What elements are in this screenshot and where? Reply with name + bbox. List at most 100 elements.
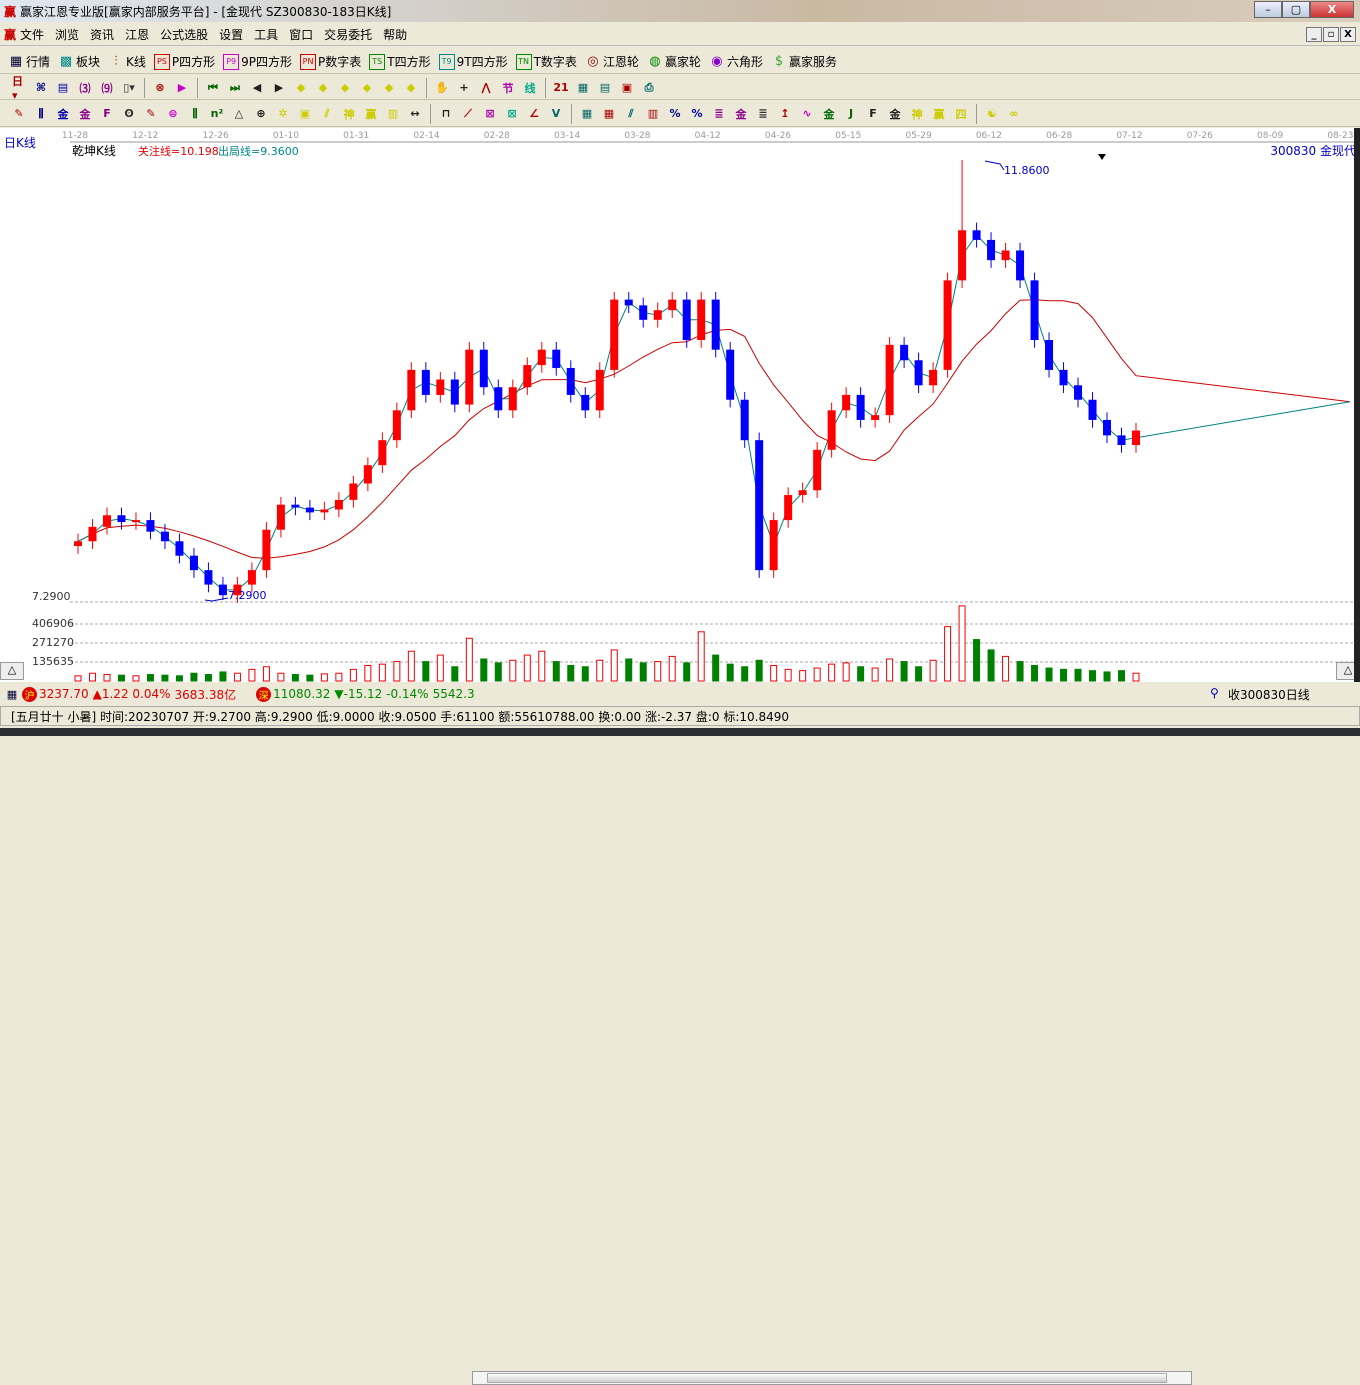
grid-table-icon[interactable]: ▦ [4,686,20,702]
menu-item[interactable]: 文件 [20,26,44,43]
zoom-out-icon[interactable]: ◆ [403,80,419,96]
scrollbar-thumb[interactable] [487,1373,1167,1383]
shen-icon[interactable]: 神 [341,106,357,122]
toolbar-button[interactable]: PS P四方形 [153,53,215,70]
gold4-icon[interactable]: 金 [887,106,903,122]
si-icon[interactable]: 四 [953,106,969,122]
n2-icon[interactable]: n² [209,106,225,122]
f-icon[interactable]: F [865,106,881,122]
angle-icon[interactable]: ∠ [526,106,542,122]
toolbar-button[interactable]: ◉ 六角形 [709,53,763,70]
maximize-button[interactable]: ▢ [1282,1,1310,18]
range-icon[interactable]: ↔ [407,106,423,122]
mdi-close-button[interactable]: X [1340,27,1356,42]
calculator-icon[interactable]: ▦ [575,80,591,96]
parallel-icon[interactable]: ⫼ [187,106,203,122]
fan-icon[interactable]: ⫽ [319,106,335,122]
print-icon[interactable]: ⎙ [641,80,657,96]
wave2-icon[interactable]: ∿ [799,106,815,122]
circle-grid-icon[interactable]: ⊜ [165,106,181,122]
gold-icon[interactable]: 金 [733,106,749,122]
first-icon[interactable]: ⏮ [205,80,221,96]
toolbar-button[interactable]: TN T数字表 [515,53,577,70]
bars-icon[interactable]: ▥ [645,106,661,122]
yinyang-icon[interactable]: ☯ [984,106,1000,122]
pct-icon[interactable]: % [667,106,683,122]
candle-type-icon[interactable]: ▯▾ [121,80,137,96]
v-icon[interactable]: V [548,106,564,122]
node-icon[interactable]: 节 [500,80,516,96]
toolbar-button[interactable]: ▩ 板块 [58,53,100,70]
menu-item[interactable]: 帮助 [383,26,407,43]
right-icon[interactable]: ◆ [315,80,331,96]
cancel-icon[interactable]: ⊗ [152,80,168,96]
hand-icon[interactable]: ✋ [434,80,450,96]
draw-icon[interactable]: ⌘ [33,80,49,96]
gold2-icon[interactable]: ≣ [755,106,771,122]
toolbar-button[interactable]: $ 赢家服务 [771,53,837,70]
kline-chart[interactable]: 11-28 12-12 12-26 01-10 01-31 02-14 02-28 03-14… [0,128,1360,682]
zoom-in-icon[interactable]: ◆ [381,80,397,96]
pen2-icon[interactable]: ✎ [143,106,159,122]
fan3-icon[interactable]: ⊠ [482,106,498,122]
fan4-icon[interactable]: ⊠ [504,106,520,122]
pen-icon[interactable]: ✎ [11,106,27,122]
j-icon[interactable]: J [843,106,859,122]
toolbar-button[interactable]: TS T四方形 [369,53,431,70]
mdi-restore-button[interactable]: ▫ [1323,27,1339,42]
toolbar-button[interactable]: P9 9P四方形 [223,53,292,70]
pct3-icon[interactable]: ≣ [711,106,727,122]
grid-icon[interactable]: ▥ [385,106,401,122]
close-button[interactable]: X [1310,1,1354,18]
triangle-icon[interactable]: △ [231,106,247,122]
infinity-icon[interactable]: ∞ [1006,106,1022,122]
next-icon[interactable]: ▶ [271,80,287,96]
spiral-icon[interactable]: ʘ [121,106,137,122]
expand-icon[interactable]: ◆ [337,80,353,96]
notes-icon[interactable]: ▤ [55,80,71,96]
pct2-icon[interactable]: % [689,106,705,122]
ying2-icon[interactable]: 赢 [931,106,947,122]
grid3-icon[interactable]: ▦ [601,106,617,122]
flag-icon[interactable]: ▶ [174,80,190,96]
save-icon[interactable]: ▣ [619,80,635,96]
toolbar-button[interactable]: ⫶ K线 [108,53,146,70]
period9-icon[interactable]: ⑼ [99,80,115,96]
minimize-button[interactable]: – [1254,1,1282,18]
day-period-dropdown[interactable]: 日▾ [11,75,27,102]
wave-icon[interactable]: ⋀ [478,80,494,96]
box-icon[interactable]: ⊓ [438,106,454,122]
menu-item[interactable]: 江恩 [125,26,149,43]
line-icon[interactable]: 线 [522,80,538,96]
fan2-icon[interactable]: ⟋ [460,106,476,122]
gold-lines-icon[interactable]: 金 [55,106,71,122]
square-icon[interactable]: ▣ [297,106,313,122]
slash-icon[interactable]: ⫽ [623,106,639,122]
left-icon[interactable]: ◆ [293,80,309,96]
menu-item[interactable]: 资讯 [90,26,114,43]
collapse-button[interactable]: △ [0,662,24,680]
period3-icon[interactable]: ⑶ [77,80,93,96]
menu-item[interactable]: 交易委托 [324,26,372,43]
lines-icon[interactable]: ⫼ [33,106,49,122]
menu-item[interactable]: 浏览 [55,26,79,43]
grid2-icon[interactable]: ▦ [579,106,595,122]
toolbar-button[interactable]: ◎ 江恩轮 [585,53,639,70]
menu-item[interactable]: 窗口 [289,26,313,43]
last-icon[interactable]: ⏭ [227,80,243,96]
toolbar-button[interactable]: PN P数字表 [300,53,361,70]
menu-item[interactable]: 工具 [254,26,278,43]
mdi-minimize-button[interactable]: _ [1306,27,1322,42]
ying-icon[interactable]: 赢 [363,106,379,122]
arrow-icon[interactable]: ↥ [777,106,793,122]
toolbar-button[interactable]: T9 9T四方形 [438,53,508,70]
prev-icon[interactable]: ◀ [249,80,265,96]
gold3-icon[interactable]: 金 [821,106,837,122]
book-icon[interactable]: ▤ [597,80,613,96]
calendar-icon[interactable]: 21 [553,80,569,96]
shen2-icon[interactable]: 神 [909,106,925,122]
menu-item[interactable]: 设置 [219,26,243,43]
target-icon[interactable]: ⊕ [253,106,269,122]
crosshair-icon[interactable]: + [456,80,472,96]
horizontal-scrollbar[interactable] [472,1371,1192,1385]
